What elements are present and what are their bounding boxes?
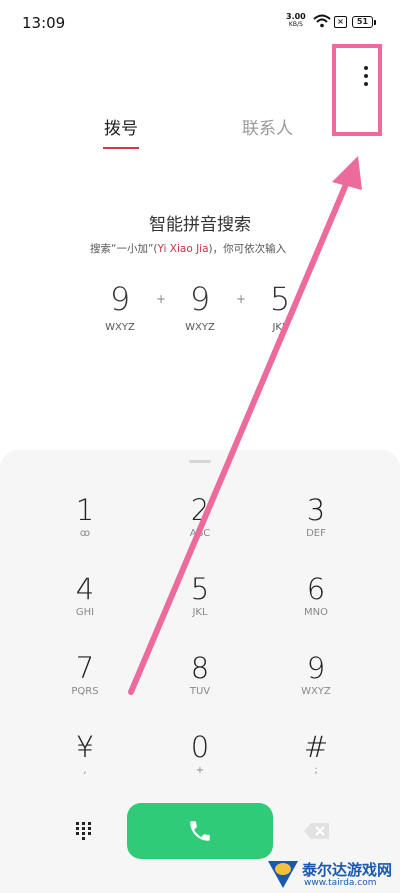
tab-dial[interactable]: 拨号 [104,114,138,139]
example-digit: 5 [269,280,291,318]
site-watermark: 泰尔达游戏网 www.tairda.com [268,858,398,890]
desc-pinyin: Yi Xiao Jia [157,243,209,255]
plus-sign: + [236,292,247,306]
desc-prefix: 搜索“一小加”( [90,243,158,255]
active-tab-indicator [103,147,139,149]
phone-icon [190,821,210,841]
key-letters: ; [314,765,318,776]
key-2[interactable]: 2 ABC [160,494,240,558]
key-digit: 2 [190,493,210,527]
key-digit: 9 [306,651,326,685]
key-letters: DEF [306,528,326,539]
key-digit: 7 [75,651,95,685]
annotation-highlight-box [332,44,382,136]
dialpad-icon[interactable] [74,820,94,840]
key-digit: 6 [306,572,326,606]
plus-sign: + [156,292,167,306]
key-3[interactable]: 3 DEF [276,494,356,558]
key-digit: 4 [75,572,95,606]
key-digit: 5 [190,572,210,606]
key-7[interactable]: 7 PQRS [45,652,125,716]
key-letters: WXYZ [301,686,331,697]
watermark-name: 泰尔达游戏网 [302,861,393,879]
key-hash[interactable]: #; [276,731,356,795]
voicemail-icon: ꝏ [79,528,91,539]
key-6[interactable]: 6 MNO [276,573,356,637]
network-speed-unit: KB/S [288,21,303,28]
key-digit: 0 [190,730,210,764]
status-bar: 13:09 3.00 KB/S × 51 [0,0,400,44]
key-letters: ABC [189,528,211,539]
smart-search-description: 搜索“一小加”(Yi Xiao Jia)，你可依次输入 [90,241,286,256]
key-letters: GHI [75,607,95,618]
desc-suffix: )，你可依次输入 [208,243,287,255]
network-speed: 3.00 KB/S [286,13,306,29]
example-key-1: 9 WXYZ [90,282,150,333]
key-9[interactable]: 9 WXYZ [276,652,356,716]
watermark-logo-dot [275,863,291,875]
key-5[interactable]: 5 JKL [160,573,240,637]
key-4[interactable]: 4 GHI [45,573,125,637]
tab-contacts[interactable]: 联系人 [242,114,293,139]
wifi-icon [313,14,331,28]
key-letters: TUV [189,686,211,697]
example-letters: WXYZ [105,322,135,333]
example-letters: JKL [272,322,288,333]
key-letters: MNO [304,607,328,618]
example-digit: 9 [109,280,131,318]
watermark-url: www.tairda.com [304,878,377,888]
example-letters: WXYZ [185,322,215,333]
key-letters: JKL [192,607,208,618]
key-1[interactable]: 1ꝏ [45,494,125,558]
call-button[interactable] [127,803,273,859]
key-digit: # [303,730,329,764]
key-digit: 1 [75,493,95,527]
backspace-icon[interactable] [303,822,331,840]
key-star[interactable]: ¥, [45,731,125,795]
key-digit: 3 [306,493,326,527]
network-speed-value: 3.00 [286,12,306,21]
key-letters: + [195,765,205,776]
example-digit: 9 [189,280,211,318]
key-digit: ¥ [75,730,95,764]
no-sim-icon: × [334,16,347,28]
example-key-3: 5 JKL [250,282,310,333]
battery-icon: 51 [352,16,376,28]
key-digit: 8 [190,651,210,685]
key-letters: , [83,765,87,776]
status-time: 13:09 [22,14,66,32]
drag-handle[interactable] [189,460,211,463]
smart-search-title: 智能拼音搜索 [149,215,251,235]
key-0[interactable]: 0 + [160,731,240,795]
key-8[interactable]: 8 TUV [160,652,240,716]
example-key-2: 9 WXYZ [170,282,230,333]
key-letters: PQRS [71,686,99,697]
